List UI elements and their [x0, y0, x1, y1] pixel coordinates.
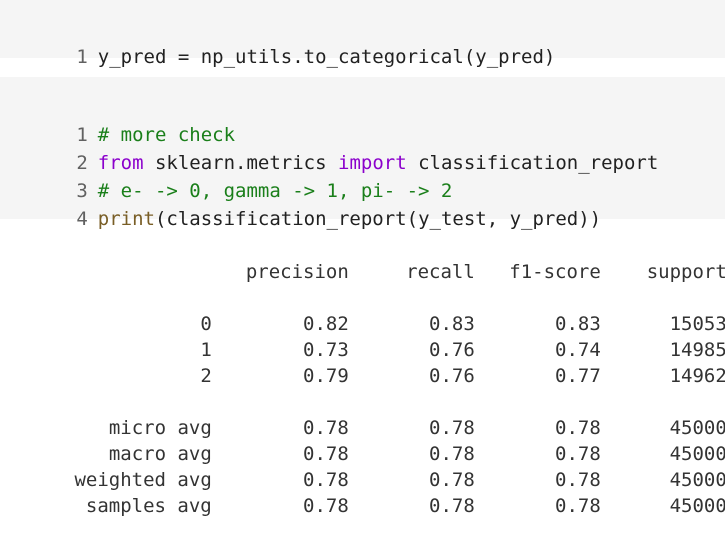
row-label: samples avg [85, 495, 212, 517]
row-recall: 0.78 [429, 495, 475, 517]
report-avg-row: samples avg 0.78 0.78 0.78 45000 [8, 467, 725, 517]
row-f1: 0.78 [555, 495, 601, 517]
row-support: 45000 [669, 495, 725, 517]
report-row: 2 0.79 0.76 0.77 14962 [8, 337, 725, 387]
report-row: 0 0.82 0.83 0.83 15053 [8, 285, 725, 335]
row-recall: 0.76 [429, 365, 475, 387]
header-f1: f1-score [509, 261, 601, 283]
line-number: 4 [76, 208, 88, 230]
code-cell-2[interactable]: 1 # more check 2 from sklearn.metrics impo… [0, 77, 725, 230]
code-line: 2 from sklearn.metrics import classificat… [0, 121, 658, 174]
header-recall: recall [406, 261, 475, 283]
code-text: (classification_report(y_test, y_pred)) [154, 208, 602, 230]
report-header: precision recall f1-score support [8, 233, 725, 283]
report-avg-row: micro avg 0.78 0.78 0.78 45000 [8, 389, 725, 439]
builtin-print: print [97, 208, 155, 230]
header-precision: precision [245, 261, 349, 283]
row-f1: 0.77 [555, 365, 601, 387]
report-avg-row: weighted avg 0.78 0.78 0.78 45000 [8, 441, 725, 491]
row-precision: 0.78 [303, 495, 349, 517]
report-avg-row: macro avg 0.78 0.78 0.78 45000 [8, 415, 725, 465]
line-number: 1 [76, 46, 88, 68]
code-line: 1 # more check [0, 93, 235, 146]
code-text: y_pred = np_utils.to_categorical(y_pred) [97, 46, 556, 68]
code-cell-1[interactable]: 1 y_pred = np_utils.to_categorical(y_pred… [0, 0, 725, 68]
code-line: 4 print(classification_report(y_test, y_p… [0, 177, 601, 230]
code-line: 3 # e- -> 0, gamma -> 1, pi- -> 2 [0, 149, 452, 202]
row-label: 2 [200, 365, 212, 387]
row-precision: 0.79 [303, 365, 349, 387]
report-row: 1 0.73 0.76 0.74 14985 [8, 311, 725, 361]
cell-output: precision recall f1-score support 0 0.82 0.83… [0, 233, 725, 517]
code-line: 1 y_pred = np_utils.to_categorical(y_pred… [0, 15, 555, 68]
row-support: 14962 [669, 365, 725, 387]
header-support: support [646, 261, 725, 283]
